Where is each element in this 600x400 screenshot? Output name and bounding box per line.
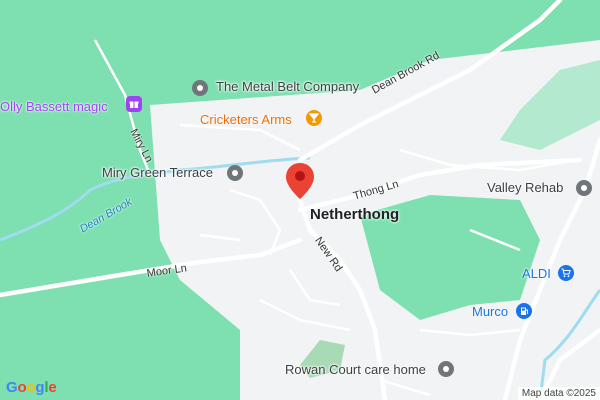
cocktail-icon[interactable] [306,110,322,126]
poi-cricketers-arms[interactable]: Cricketers Arms [200,112,292,127]
poi-valley-rehab[interactable]: Valley Rehab [487,180,563,195]
shopping-cart-icon[interactable] [558,265,574,281]
poi-miry-green-terrace[interactable]: Miry Green Terrace [102,165,213,180]
poi-olly-bassett[interactable]: Olly Bassett magic [0,99,108,114]
gift-icon[interactable] [126,96,142,112]
map-attribution[interactable]: Map data ©2025 [517,387,600,400]
poi-murco[interactable]: Murco [472,304,508,319]
map-canvas[interactable]: The Metal Belt Company Cricketers Arms O… [0,0,600,400]
red-location-marker[interactable] [286,163,314,199]
place-pin-icon[interactable] [438,361,454,377]
place-pin-icon[interactable] [576,180,592,196]
fuel-icon[interactable] [516,303,532,319]
google-logo: Google [6,379,57,396]
place-pin-icon[interactable] [227,165,243,181]
poi-rowan-court[interactable]: Rowan Court care home [285,362,426,377]
town-netherthong[interactable]: Netherthong [310,206,399,223]
map-base-layer [0,0,600,400]
poi-aldi[interactable]: ALDI [522,266,551,281]
poi-metal-belt[interactable]: The Metal Belt Company [216,79,359,94]
place-pin-icon[interactable] [192,80,208,96]
